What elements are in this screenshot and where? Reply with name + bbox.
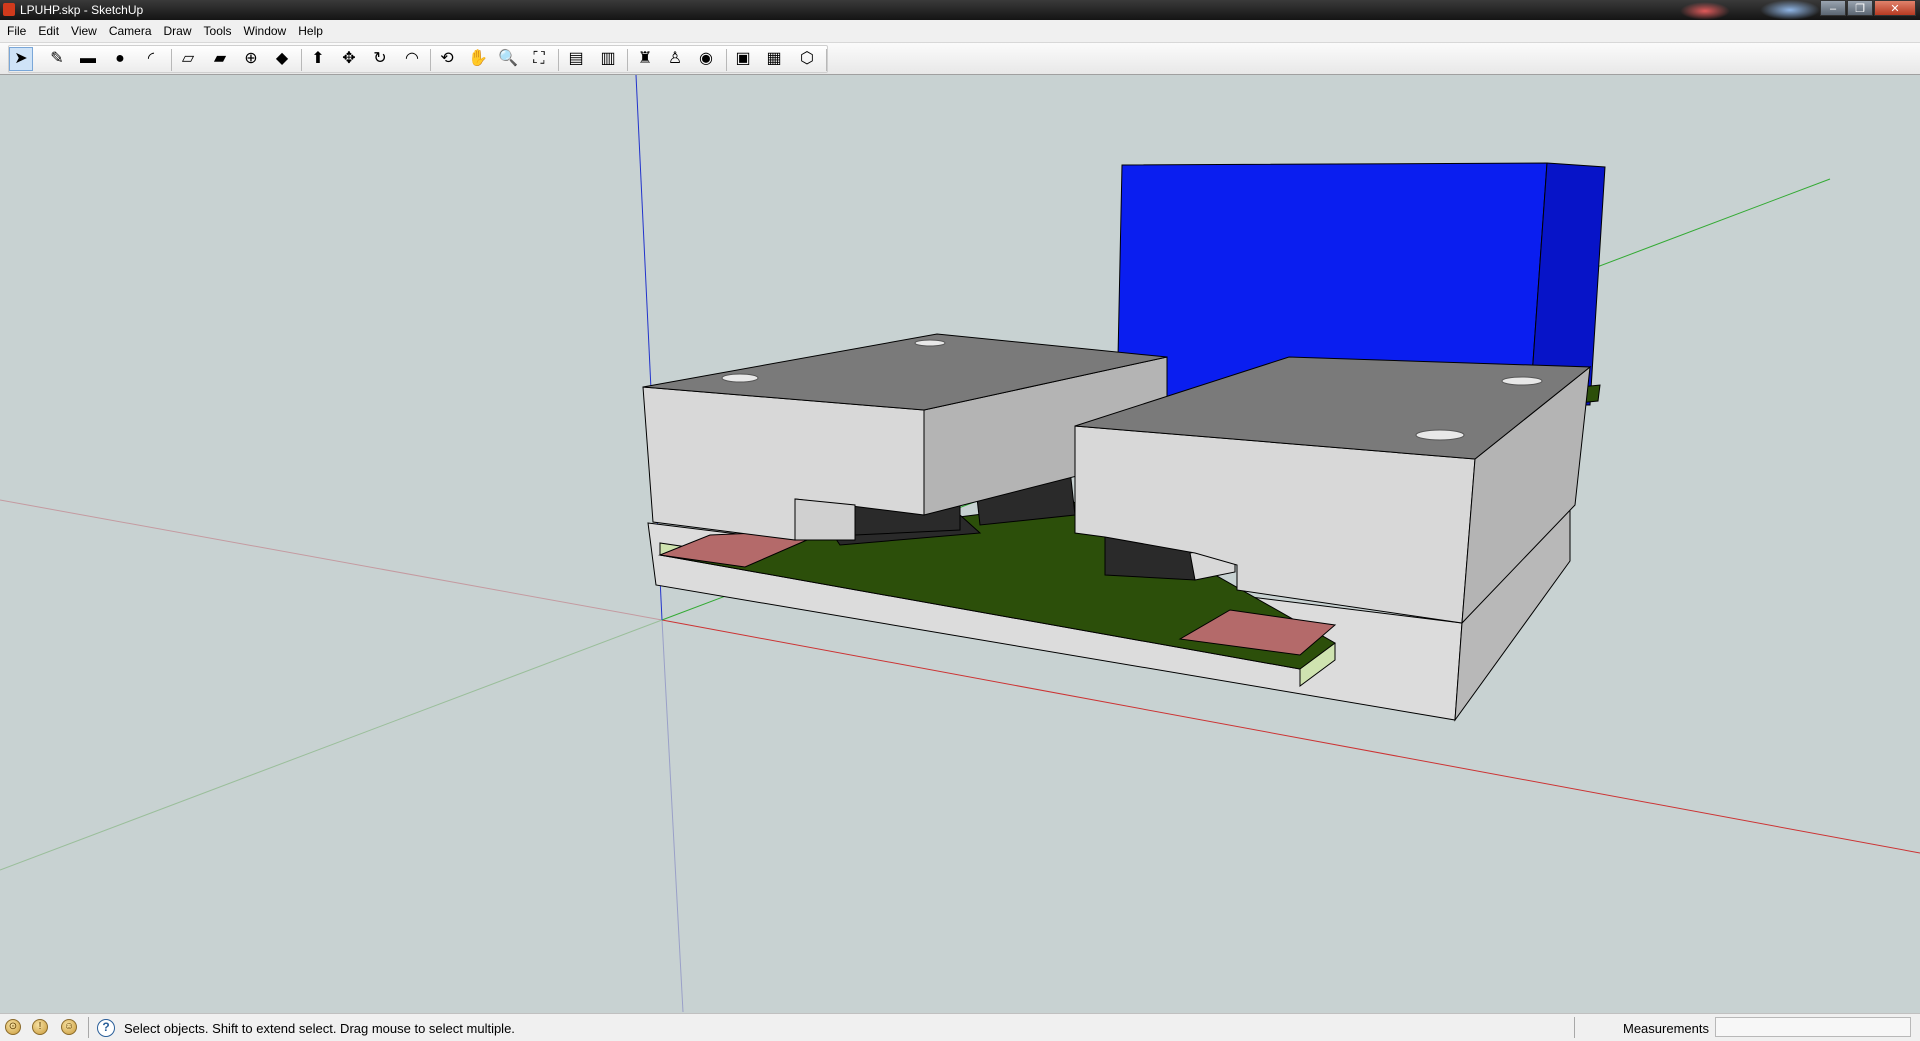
toolbar-separator — [171, 49, 172, 71]
rectangle-icon[interactable]: ▬ — [76, 47, 100, 71]
toolbar-separator — [430, 49, 431, 71]
menu-help[interactable]: Help — [292, 20, 329, 42]
toolbar-separator — [826, 49, 827, 71]
help-icon[interactable]: ? — [97, 1019, 115, 1037]
status-bar: ⊙ ! ☺ ? Select objects. Shift to extend … — [0, 1013, 1920, 1041]
walk-icon[interactable]: ♙ — [663, 47, 687, 71]
paint-bucket-icon[interactable]: ◆ — [270, 47, 294, 71]
window-title: LPUHP.skp - SketchUp — [20, 3, 144, 17]
next-view-icon[interactable]: ▥ — [596, 47, 620, 71]
arc-icon[interactable]: ◜ — [139, 47, 163, 71]
menu-window[interactable]: Window — [238, 20, 293, 42]
title-bar-glow — [1760, 0, 1820, 20]
scene-canvas[interactable] — [0, 75, 1920, 1012]
share-model-icon[interactable]: ▦ — [762, 47, 786, 71]
orbit-icon[interactable]: ⟲ — [435, 47, 459, 71]
zoom-icon[interactable]: 🔍 — [496, 47, 520, 71]
rotate-icon[interactable]: ↻ — [368, 47, 392, 71]
get-models-icon[interactable]: ▣ — [731, 47, 755, 71]
sketchup-app-icon — [3, 3, 15, 16]
status-separator — [88, 1017, 89, 1038]
share-component-icon[interactable]: ⬡ — [795, 47, 819, 71]
modeling-viewport[interactable] — [0, 75, 1920, 1012]
status-separator — [1574, 1017, 1575, 1038]
red-axis-dashed — [0, 499, 663, 621]
move-icon[interactable]: ✥ — [337, 47, 361, 71]
credits-icon[interactable]: ! — [32, 1019, 48, 1035]
eraser-icon[interactable]: ▰ — [208, 47, 232, 71]
make-component-icon[interactable]: ▱ — [176, 47, 200, 71]
title-bar: LPUHP.skp - SketchUp – ❐ ✕ — [0, 0, 1920, 20]
measurements-input[interactable] — [1715, 1017, 1911, 1037]
toolbar-separator — [558, 49, 559, 71]
toolbar-separator — [726, 49, 727, 71]
window-controls: – ❐ ✕ — [1819, 0, 1916, 18]
screw-hole — [914, 339, 946, 347]
pencil-icon[interactable]: ✎ — [45, 47, 69, 71]
toolbar-separator — [627, 49, 628, 71]
close-icon[interactable]: ✕ — [1874, 0, 1916, 16]
restore-icon[interactable]: ❐ — [1847, 0, 1873, 16]
toolbar-separator — [301, 49, 302, 71]
previous-view-icon[interactable]: ▤ — [564, 47, 588, 71]
geo-location-icon[interactable]: ⊙ — [5, 1019, 21, 1035]
position-camera-icon[interactable]: ♜ — [633, 47, 657, 71]
menu-draw[interactable]: Draw — [158, 20, 198, 42]
menu-edit[interactable]: Edit — [32, 20, 65, 42]
menu-tools[interactable]: Tools — [198, 20, 238, 42]
left-box-notch — [794, 498, 856, 541]
menu-bar: File Edit View Camera Draw Tools Window … — [0, 20, 1920, 43]
offset-icon[interactable]: ◠ — [400, 47, 424, 71]
green-axis-dashed — [0, 619, 663, 871]
push-pull-icon[interactable]: ⬆ — [306, 47, 330, 71]
select-icon[interactable]: ➤ — [9, 47, 33, 71]
status-text: Select objects. Shift to extend select. … — [124, 1021, 515, 1036]
menu-view[interactable]: View — [65, 20, 103, 42]
screw-hole — [1501, 376, 1543, 386]
screw-hole — [1415, 429, 1465, 441]
blue-axis-dashed — [661, 619, 684, 1012]
menu-file[interactable]: File — [0, 20, 32, 42]
screw-hole — [721, 373, 759, 383]
title-bar-glow — [1680, 2, 1730, 20]
menu-camera[interactable]: Camera — [103, 20, 158, 42]
pan-icon[interactable]: ✋ — [466, 47, 490, 71]
measurements-label: Measurements — [1623, 1021, 1709, 1036]
minimize-icon[interactable]: – — [1820, 0, 1846, 16]
look-around-icon[interactable]: ◉ — [694, 47, 718, 71]
user-icon[interactable]: ☺ — [61, 1019, 77, 1035]
zoom-extents-icon[interactable]: ⛶ — [527, 47, 551, 71]
circle-icon[interactable]: ● — [108, 47, 132, 71]
main-toolbar: ➤ ✎ ▬ ● ◜ ▱ ▰ ⊕ ◆ ⬆ ✥ ↻ ◠ ⟲ ✋ 🔍 ⛶ ▤ ▥ ♜ ♙ ◉ ▣ ▦ ⬡ — [0, 43, 1920, 75]
tape-measure-icon[interactable]: ⊕ — [239, 47, 263, 71]
